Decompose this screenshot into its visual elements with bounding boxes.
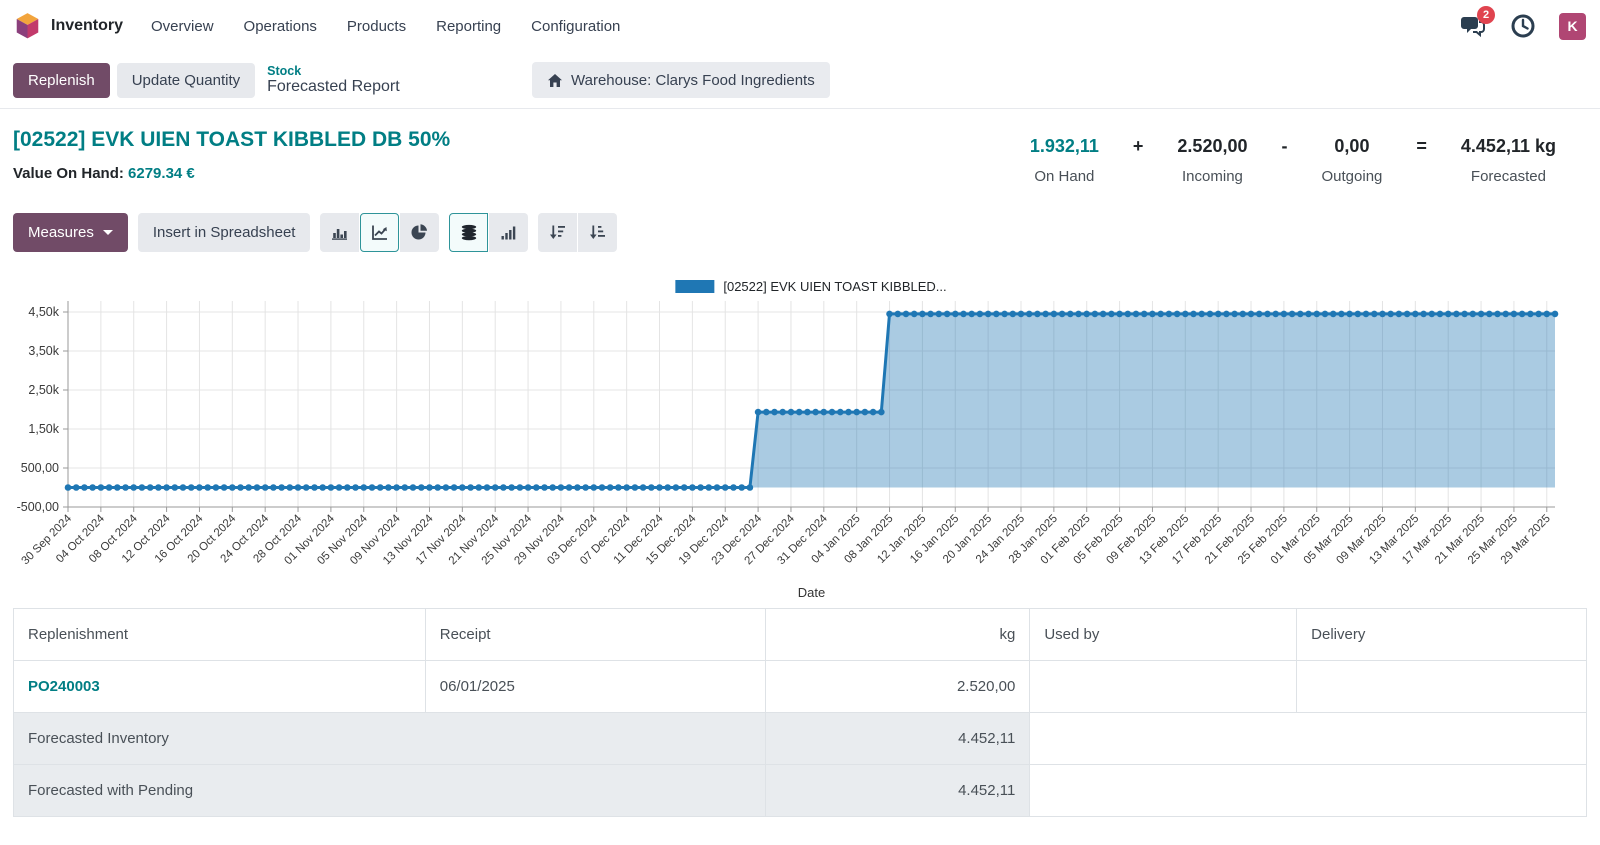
stacked-toggle-button[interactable] [449, 213, 488, 252]
footer-empty-cell [1030, 765, 1587, 817]
replenishment-order-link[interactable]: PO240003 [28, 678, 100, 695]
column-header-kg: kg [765, 609, 1030, 661]
stat-label: Forecasted [1461, 168, 1556, 185]
footer-label: Forecasted with Pending [14, 765, 766, 817]
sort-amount-desc-icon [549, 224, 566, 241]
messages-count-badge: 2 [1477, 6, 1495, 24]
cell-receipt: 06/01/2025 [425, 661, 765, 713]
y-axis-tick-label: 3,50k [28, 344, 59, 358]
app-name[interactable]: Inventory [51, 17, 123, 35]
chart-type-line-button[interactable] [360, 213, 399, 252]
measures-toolbar: Measures Insert in Spreadsheet [13, 213, 617, 252]
line-chart-icon [371, 224, 388, 241]
stat-value: 1.932,11 [1030, 136, 1099, 157]
stat-label: Incoming [1177, 168, 1247, 185]
replenish-button[interactable]: Replenish [13, 63, 110, 98]
user-avatar[interactable]: K [1559, 13, 1586, 40]
control-bar: Replenish Update Quantity Stock Forecast… [0, 52, 1600, 109]
chart-options-group [449, 213, 528, 252]
footer-kg-value: 4.452,11 [765, 765, 1030, 817]
chart-type-pie-button[interactable] [400, 213, 439, 252]
nav-menu: Overview Operations Products Reporting Confi… [151, 18, 620, 35]
measures-dropdown-button[interactable]: Measures [13, 213, 128, 252]
product-header: [02522] EVK UIEN TOAST KIBBLED DB 50% Va… [13, 128, 450, 182]
inventory-app-icon[interactable] [14, 12, 41, 40]
y-axis-tick-label: 2,50k [28, 383, 59, 397]
value-on-hand: Value On Hand: 6279.34 € [13, 165, 450, 182]
stat-operator: = [1416, 136, 1427, 157]
footer-kg-value: 4.452,11 [765, 713, 1030, 765]
caret-down-icon [103, 230, 113, 235]
stat-value: 0,00 [1322, 136, 1383, 157]
footer-empty-cell [1030, 713, 1587, 765]
menu-operations[interactable]: Operations [244, 18, 317, 35]
cumulative-toggle-button[interactable] [489, 213, 528, 252]
stat-operator: - [1282, 136, 1288, 157]
top-navbar: Inventory Overview Operations Products Repo… [0, 0, 1600, 52]
stack-icon [460, 224, 478, 241]
chart-type-group [320, 213, 439, 252]
stat-value: 2.520,00 [1177, 136, 1247, 157]
insert-in-spreadsheet-button[interactable]: Insert in Spreadsheet [138, 213, 311, 252]
table-row: PO240003 06/01/20252.520,00 [14, 661, 1587, 713]
menu-overview[interactable]: Overview [151, 18, 214, 35]
column-header-receipt: Receipt [425, 609, 765, 661]
cell-delivery [1297, 661, 1587, 713]
column-header-used-by: Used by [1030, 609, 1297, 661]
menu-configuration[interactable]: Configuration [531, 18, 620, 35]
stat-label: Outgoing [1322, 168, 1383, 185]
table-footer-row: Forecasted with Pending4.452,11 [14, 765, 1587, 817]
pie-chart-icon [411, 224, 428, 241]
product-title[interactable]: [02522] EVK UIEN TOAST KIBBLED DB 50% [13, 128, 450, 152]
ascending-bars-icon [500, 224, 517, 241]
stat-label: On Hand [1030, 168, 1099, 185]
bar-chart-icon [331, 224, 348, 241]
value-on-hand-amount: 6279.34 € [128, 165, 195, 182]
y-axis-tick-label: 1,50k [28, 422, 59, 436]
column-header-delivery: Delivery [1297, 609, 1587, 661]
breadcrumb-stock-link[interactable]: Stock [267, 64, 400, 78]
cell-replenishment: PO240003 [14, 661, 426, 713]
stat-incoming: 2.520,00 Incoming [1177, 136, 1247, 185]
x-axis-title: Date [798, 585, 825, 600]
messages-icon[interactable]: 2 [1459, 12, 1487, 40]
footer-label: Forecasted Inventory [14, 713, 766, 765]
menu-products[interactable]: Products [347, 18, 406, 35]
stat-value: 4.452,11 kg [1461, 136, 1556, 157]
stat-operator: + [1133, 136, 1144, 157]
breadcrumb-current-page: Forecasted Report [267, 78, 400, 96]
y-axis-tick-label: 500,00 [21, 461, 59, 475]
sort-ascending-button[interactable] [578, 213, 617, 252]
stat-on-hand: 1.932,11 On Hand [1030, 136, 1099, 185]
cell-kg: 2.520,00 [765, 661, 1030, 713]
menu-reporting[interactable]: Reporting [436, 18, 501, 35]
sort-amount-asc-icon [589, 224, 606, 241]
sort-descending-button[interactable] [538, 213, 577, 252]
table-footer-row: Forecasted Inventory4.452,11 [14, 713, 1587, 765]
forecast-stats: 1.932,11 On Hand +2.520,00 Incoming - 0,00 Out… [1030, 136, 1556, 185]
y-axis-tick-label: -500,00 [17, 500, 59, 514]
home-icon [547, 73, 563, 88]
systray: 2 K [1459, 12, 1586, 40]
value-on-hand-label: Value On Hand: [13, 165, 124, 182]
forecast-chart[interactable]: 4,50k3,50k2,50k1,50k500,00-500,0030 Sep … [0, 265, 1600, 608]
y-axis-tick-label: 4,50k [28, 305, 59, 319]
chart-type-bar-button[interactable] [320, 213, 359, 252]
warehouse-filter-facet[interactable]: Warehouse: Clarys Food Ingredients [532, 62, 830, 98]
activities-clock-icon[interactable] [1509, 12, 1537, 40]
warehouse-filter-label: Warehouse: Clarys Food Ingredients [571, 72, 815, 89]
sort-group [538, 213, 617, 252]
stat-forecasted: 4.452,11 kg Forecasted [1461, 136, 1556, 185]
cell-used-by [1030, 661, 1297, 713]
column-header-replenishment: Replenishment [14, 609, 426, 661]
replenishment-table: ReplenishmentReceiptkgUsed byDelivery PO… [13, 608, 1587, 817]
stat-outgoing: 0,00 Outgoing [1322, 136, 1383, 185]
update-quantity-button[interactable]: Update Quantity [117, 63, 255, 98]
breadcrumb: Stock Forecasted Report [267, 64, 400, 97]
